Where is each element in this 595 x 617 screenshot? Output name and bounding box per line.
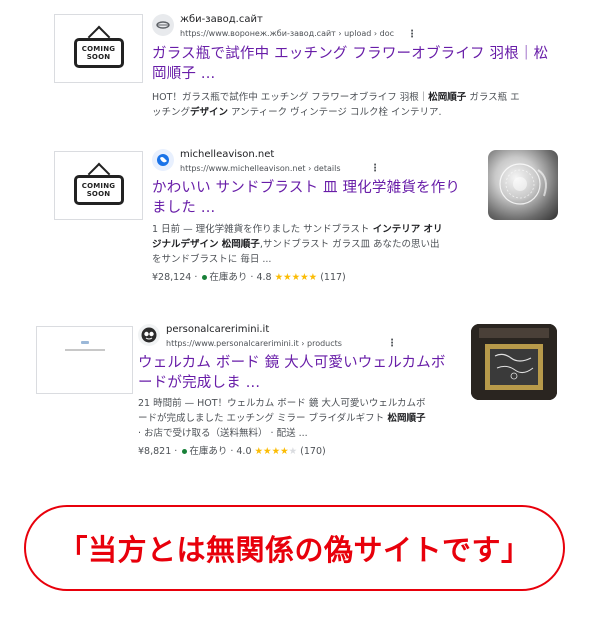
stock-dot-icon [182,449,188,454]
warning-callout-text: 「当方とは無関係の偽サイトです」 [58,533,531,567]
coming-soon-sign-icon: COMING SOON [73,37,124,68]
warning-callout: 「当方とは無関係の偽サイトです」 [24,505,565,591]
site-url[interactable]: https://www.michelleavison.net › details [180,164,341,173]
result-snippet: 1 日前 — 理化学雑貨を作りました サンドブラスト インテリア オリ ジナルデ… [152,224,443,265]
coming-text: COMING [81,44,116,53]
site-url[interactable]: https://www.воронеж.жби-завод.сайт › upl… [180,29,394,38]
website-screenshot-thumbnail[interactable] [36,326,133,394]
rating-value: 4.0 [236,446,252,457]
coming-text: COMING [81,181,116,190]
price: ¥8,821 [138,446,172,457]
site-url[interactable]: https://www.personalcarerimini.it › prod… [166,339,342,348]
review-count: (117) [320,272,346,283]
result-snippet: HOT！ガラス瓶で試作中 エッチング フラワーオブライフ 羽根｜松岡順子 ガラス… [152,92,520,118]
stock-status: 在庫あり [189,446,228,457]
coming-soon-thumbnail[interactable]: COMING SOON [54,151,143,220]
result-snippet: 21 時間前 — HOT！ウェルカム ボード 鏡 大人可愛いウェルカムボ ードが… [138,398,426,439]
globe-disc-icon [152,14,174,36]
result-title[interactable]: かわいい サンドブラスト 皿 理化学雑貨を作り ました ... [152,178,477,218]
coming-soon-sign-icon: COMING SOON [73,174,124,205]
result-title[interactable]: ガラス瓶で試作中 エッチング フラワーオブライフ 羽根｜松 岡順子 ... [152,44,572,84]
review-count: (170) [300,446,326,457]
welcome-board-mirror-image[interactable] [471,324,557,400]
soon-text: SOON [86,189,111,198]
site-name[interactable]: michelleavison.net [180,149,274,160]
more-options-icon[interactable]: ⋮ [407,30,417,40]
stock-status: 在庫あり [209,272,248,283]
site-name[interactable]: personalcarerimini.it [166,324,269,335]
dark-circle-icon [138,324,160,346]
stock-dot-icon [202,275,208,280]
more-options-icon[interactable]: ⋮ [387,339,397,349]
product-meta: ¥28,124 · 在庫あり · 4.8 ★★★★★ (117) [152,272,346,283]
price: ¥28,124 [152,272,192,283]
more-options-icon[interactable]: ⋮ [370,164,380,174]
coming-soon-thumbnail[interactable]: COMING SOON [54,14,143,83]
soon-text: SOON [86,52,111,61]
star-rating-icon: ★★★★★ [254,446,298,457]
blue-globe-icon [152,149,174,171]
star-rating-icon: ★★★★★ [274,272,318,283]
sandblasted-plate-image[interactable] [488,150,558,220]
site-name[interactable]: жби-завод.сайт [180,14,263,25]
result-title[interactable]: ウェルカム ボード 鏡 大人可愛いウェルカムボ ードが完成しま ... [138,353,468,393]
rating-value: 4.8 [256,272,272,283]
product-meta: ¥8,821 · 在庫あり · 4.0 ★★★★★ (170) [138,446,326,457]
